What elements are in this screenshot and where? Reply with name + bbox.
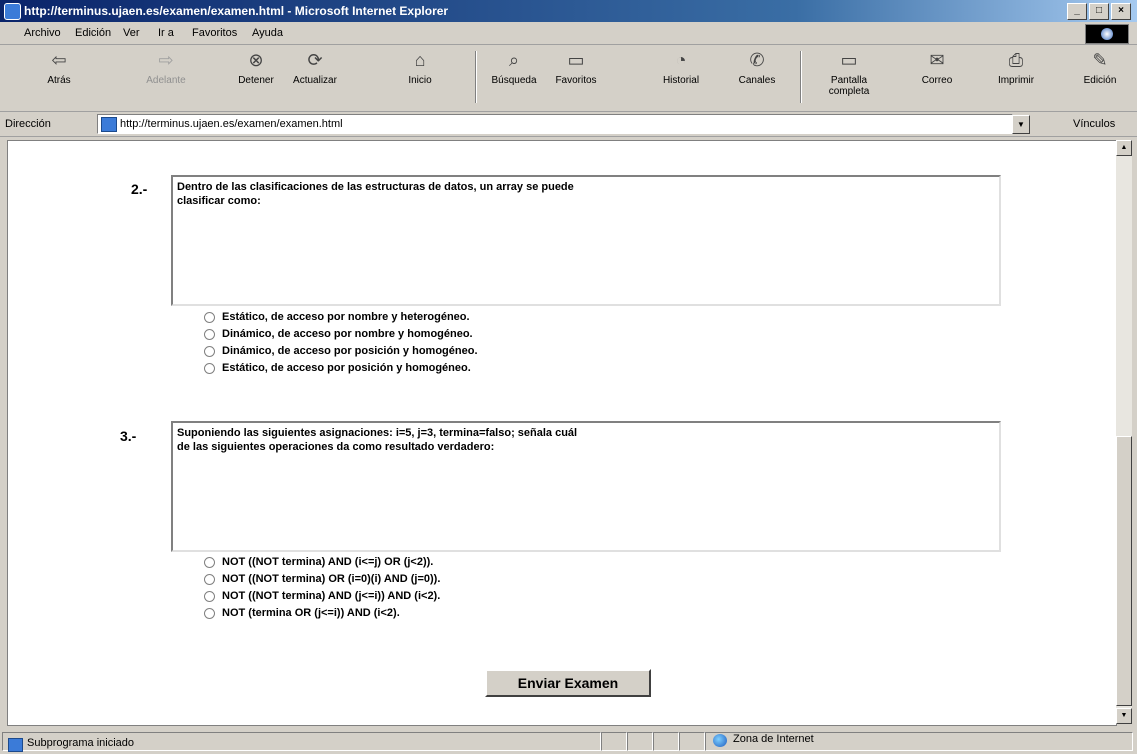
submit-exam-button[interactable]: Enviar Examen <box>485 669 651 697</box>
address-label: Dirección <box>5 118 51 130</box>
question-3-option-2[interactable]: NOT ((NOT termina) OR (i=0)(i) AND (j=0)… <box>204 573 440 585</box>
page-icon <box>101 117 117 132</box>
fullscreen-icon: ▭ <box>840 50 858 70</box>
mail-button[interactable]: ✉ Correo <box>912 49 962 86</box>
zone-text: Zona de Internet <box>733 733 814 745</box>
home-icon: ⌂ <box>414 50 426 70</box>
history-icon: ◔ <box>675 50 687 70</box>
question-2-textarea[interactable]: Dentro de las clasificaciones de las est… <box>171 175 1001 306</box>
question-2-number: 2.- <box>131 181 148 197</box>
status-text: Subprograma iniciado <box>27 737 135 749</box>
radio-button[interactable] <box>204 607 215 619</box>
scroll-up-button[interactable]: ▲ <box>1116 140 1132 156</box>
stop-button[interactable]: ⊗ Detener <box>231 49 281 86</box>
print-button[interactable]: ⎙ Imprimir <box>991 49 1041 86</box>
scroll-down-button[interactable]: ▼ <box>1116 708 1132 724</box>
question-2-option-1[interactable]: Estático, de acceso por nombre y heterog… <box>204 311 470 323</box>
radio-button[interactable] <box>204 590 215 602</box>
applet-icon <box>8 738 23 752</box>
forward-arrow-icon: ⇨ <box>158 50 174 70</box>
page-content: 2.- Dentro de las clasificaciones de las… <box>7 140 1117 726</box>
toolbar: ⇦ Atrás ⇨ Adelante ⊗ Detener ⟳ Actualiza… <box>0 45 1137 112</box>
internet-zone-globe-icon <box>713 734 727 747</box>
minimize-button[interactable]: _ <box>1067 3 1087 20</box>
radio-button[interactable] <box>204 362 215 374</box>
window-title: http://terminus.ujaen.es/examen/examen.h… <box>24 4 449 18</box>
internet-explorer-icon <box>4 3 21 20</box>
back-arrow-icon: ⇦ <box>51 50 67 70</box>
search-button[interactable]: ⌕ Búsqueda <box>484 49 544 86</box>
radio-button[interactable] <box>204 573 215 585</box>
address-url: http://terminus.ujaen.es/examen/examen.h… <box>120 118 343 130</box>
menu-ir-a[interactable]: Ir a <box>158 27 174 39</box>
radio-button[interactable] <box>204 345 215 357</box>
home-button[interactable]: ⌂ Inicio <box>398 49 442 86</box>
mail-icon: ✉ <box>929 50 945 70</box>
question-3-option-1[interactable]: NOT ((NOT termina) AND (i<=j) OR (j<2)). <box>204 556 433 568</box>
status-panel-main: Subprograma iniciado <box>2 732 601 752</box>
radio-button[interactable] <box>204 311 215 323</box>
links-button[interactable]: Vínculos <box>1073 118 1115 130</box>
question-2-option-3[interactable]: Dinámico, de acceso por posición y homog… <box>204 345 478 357</box>
question-3-number: 3.- <box>120 428 137 444</box>
status-panel <box>653 732 679 751</box>
vertical-scrollbar[interactable]: ▲ ▼ <box>1116 140 1132 724</box>
channels-icon: ✆ <box>749 50 765 70</box>
scroll-thumb[interactable] <box>1116 436 1132 706</box>
toolbar-separator <box>800 51 802 103</box>
refresh-button[interactable]: ⟳ Actualizar <box>285 49 345 86</box>
back-button[interactable]: ⇦ Atrás <box>34 49 84 86</box>
close-button[interactable]: × <box>1111 3 1131 20</box>
address-dropdown-button[interactable]: ▼ <box>1012 115 1030 134</box>
favorites-icon: ▭ <box>567 50 585 70</box>
fullscreen-button[interactable]: ▭ Pantalla completa <box>819 49 879 97</box>
edit-button[interactable]: ✎ Edición <box>1074 49 1126 86</box>
radio-button[interactable] <box>204 328 215 340</box>
favorites-button[interactable]: ▭ Favoritos <box>545 49 607 86</box>
history-button[interactable]: ◔ Historial <box>656 49 706 86</box>
address-input[interactable]: http://terminus.ujaen.es/examen/examen.h… <box>97 114 1013 134</box>
status-bar: Subprograma iniciado Zona de Internet <box>0 729 1137 754</box>
channels-button[interactable]: ✆ Canales <box>732 49 782 86</box>
maximize-button[interactable]: □ <box>1089 3 1109 20</box>
print-icon: ⎙ <box>1008 50 1024 70</box>
menu-favoritos[interactable]: Favoritos <box>192 27 237 39</box>
menu-bar: Archivo Edición Ver Ir a Favoritos Ayuda <box>0 22 1137 45</box>
edit-icon: ✎ <box>1092 50 1108 70</box>
status-panel <box>601 732 627 751</box>
menu-archivo[interactable]: Archivo <box>24 27 61 39</box>
forward-button[interactable]: ⇨ Adelante <box>136 49 196 86</box>
refresh-icon: ⟳ <box>307 50 323 70</box>
stop-icon: ⊗ <box>248 50 264 70</box>
menu-edicion[interactable]: Edición <box>75 27 111 39</box>
question-3-option-3[interactable]: NOT ((NOT termina) AND (j<=i)) AND (i<2)… <box>204 590 440 602</box>
search-icon: ⌕ <box>508 50 520 70</box>
question-2-option-2[interactable]: Dinámico, de acceso por nombre y homogén… <box>204 328 473 340</box>
status-panel <box>627 732 653 751</box>
windows-logo-throbber <box>1085 24 1129 44</box>
menu-ver[interactable]: Ver <box>123 27 140 39</box>
question-2-option-4[interactable]: Estático, de acceso por posición y homog… <box>204 362 471 374</box>
address-bar: Dirección http://terminus.ujaen.es/exame… <box>0 112 1137 137</box>
toolbar-separator <box>475 51 477 103</box>
radio-button[interactable] <box>204 556 215 568</box>
window-title-bar: http://terminus.ujaen.es/examen/examen.h… <box>0 0 1137 22</box>
question-3-option-4[interactable]: NOT (termina OR (j<=i)) AND (i<2). <box>204 607 400 619</box>
status-panel <box>679 732 705 751</box>
menu-ayuda[interactable]: Ayuda <box>252 27 283 39</box>
question-3-textarea[interactable]: Suponiendo las siguientes asignaciones: … <box>171 421 1001 552</box>
